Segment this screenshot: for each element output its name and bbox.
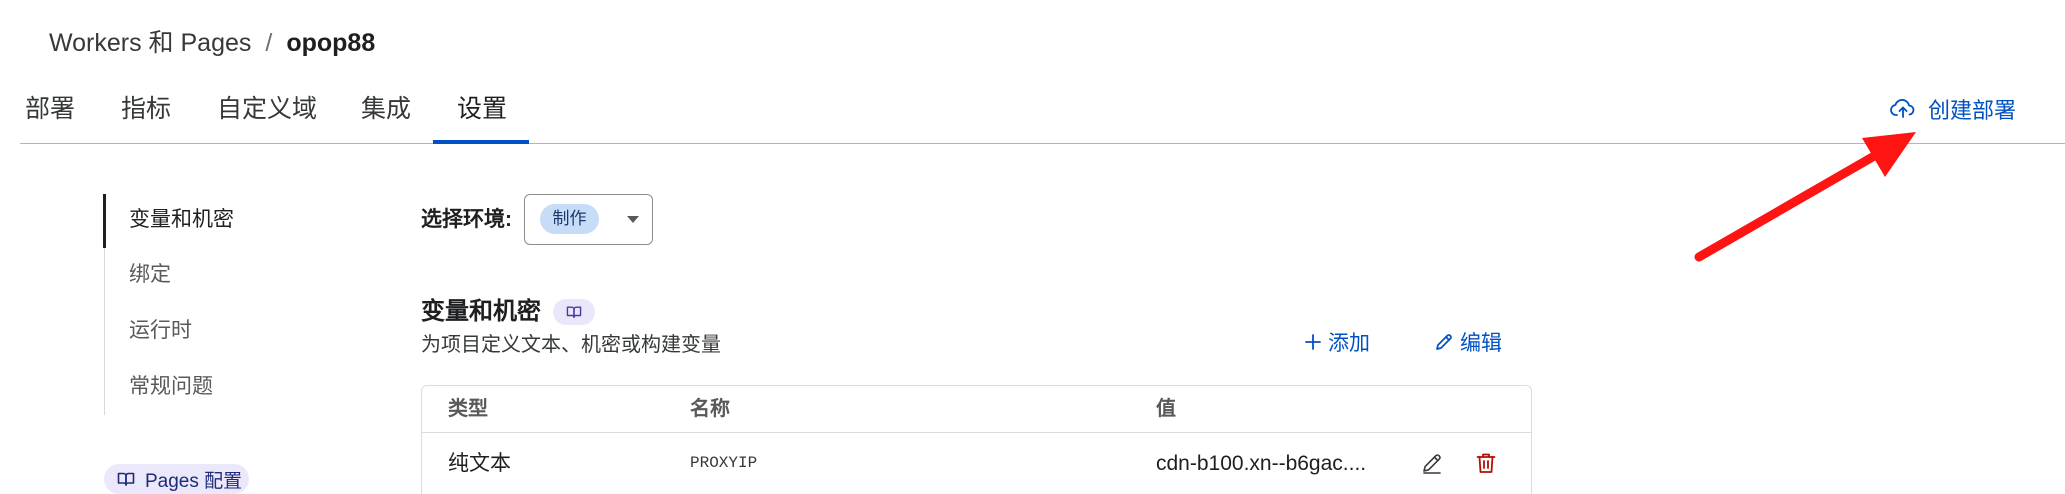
tab-metrics[interactable]: 指标 (121, 92, 171, 126)
pencil-icon[interactable] (1420, 451, 1444, 475)
cell-name: PROXYIP (690, 454, 758, 472)
column-header-value: 值 (1156, 398, 1176, 420)
variables-table: 类型 名称 值 纯文本 PROXYIP cdn-b100.xn--b6gac..… (421, 385, 1532, 494)
create-deployment-button[interactable]: 创建部署 (1890, 94, 2016, 124)
breadcrumb: Workers 和 Pages / opop88 (49, 26, 375, 60)
tab-integrations[interactable]: 集成 (361, 92, 411, 126)
environment-label: 选择环境: (421, 208, 512, 231)
breadcrumb-current: opop88 (286, 29, 376, 57)
tab-settings[interactable]: 设置 (457, 92, 507, 126)
cloud-upload-icon (1890, 99, 1915, 118)
add-variable-label: 添加 (1328, 332, 1370, 355)
book-icon (566, 306, 582, 318)
edit-variables-button[interactable]: 编辑 (1434, 328, 1502, 356)
column-header-name: 名称 (690, 398, 730, 420)
cell-value: cdn-b100.xn--b6gac.... (1156, 452, 1367, 475)
sidebar-item-bindings[interactable]: 绑定 (129, 260, 171, 290)
pencil-icon (1436, 334, 1452, 350)
section-title: 变量和机密 (421, 298, 541, 325)
pages-config-link[interactable]: Pages 配置 (104, 464, 249, 494)
edit-variables-label: 编辑 (1460, 332, 1502, 355)
tabs-divider (20, 143, 2065, 144)
environment-select[interactable]: 制作 (524, 194, 653, 245)
breadcrumb-parent-link[interactable]: Workers 和 Pages (49, 29, 251, 57)
chevron-down-icon (627, 216, 639, 223)
trash-icon[interactable] (1474, 451, 1498, 475)
table-header: 类型 名称 值 (422, 386, 1531, 433)
sidebar-active-indicator (103, 194, 106, 248)
sidebar-item-runtime[interactable]: 运行时 (129, 316, 192, 346)
active-tab-indicator (433, 140, 529, 144)
section-subtitle: 为项目定义文本、机密或构建变量 (421, 334, 721, 356)
sidebar-item-variables-secrets[interactable]: 变量和机密 (129, 205, 234, 235)
breadcrumb-separator: / (265, 29, 273, 57)
book-icon (117, 472, 135, 486)
create-deployment-label: 创建部署 (1928, 98, 2017, 123)
add-variable-button[interactable]: 添加 (1304, 328, 1370, 356)
table-row: 纯文本 PROXYIP cdn-b100.xn--b6gac.... (422, 433, 1531, 494)
pages-config-label: Pages 配置 (145, 470, 243, 492)
cell-type: 纯文本 (448, 452, 511, 475)
sidebar-item-general[interactable]: 常规问题 (129, 372, 213, 402)
environment-badge: 制作 (540, 204, 599, 234)
tab-deployments[interactable]: 部署 (25, 92, 75, 126)
plus-icon (1305, 334, 1321, 350)
docs-link[interactable] (553, 299, 595, 325)
column-header-type: 类型 (448, 398, 488, 420)
tab-custom-domains[interactable]: 自定义域 (217, 92, 317, 126)
